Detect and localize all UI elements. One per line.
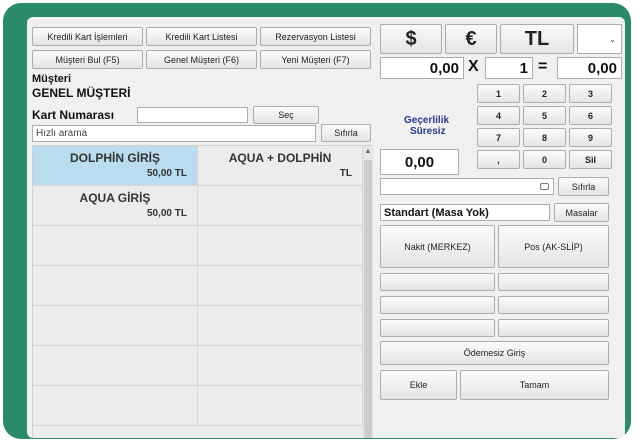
product-price: 50,00 TL [146, 208, 187, 219]
product-name: AQUA GİRİŞ [79, 191, 151, 205]
note-input[interactable] [380, 178, 554, 195]
product-price: 50,00 TL [146, 168, 187, 179]
card-number-input[interactable] [137, 107, 248, 123]
dollar-button[interactable]: $ [380, 24, 442, 54]
validity-value: Süresiz [410, 126, 446, 137]
credit-card-list-button[interactable]: Kredili Kart Listesi [146, 27, 257, 46]
product-cell[interactable]: DOLPHİN GİRİŞ 50,00 TL [33, 146, 198, 186]
product-name: DOLPHİN GİRİŞ [69, 151, 160, 165]
keypad-key[interactable]: , [477, 150, 520, 169]
keypad-key[interactable]: 5 [523, 106, 566, 125]
validity-label: Geçerlilik [404, 115, 450, 126]
product-cell[interactable]: AQUA GİRİŞ 50,00 TL [33, 186, 198, 226]
payment-slot-3[interactable] [380, 296, 495, 314]
tables-button[interactable]: Masalar [554, 203, 609, 222]
keypad-key[interactable]: 6 [569, 106, 612, 125]
product-cell[interactable] [33, 306, 198, 346]
credit-card-operations-button[interactable]: Kredili Kart İşlemleri [32, 27, 143, 46]
search-reset-button[interactable]: Sıfırla [321, 124, 371, 142]
cash-payment-button[interactable]: Nakit (MERKEZ) [380, 225, 495, 268]
keypad-key[interactable]: 2 [523, 84, 566, 103]
keypad-key[interactable]: 7 [477, 128, 520, 147]
quick-search-input[interactable]: Hızlı arama [32, 125, 316, 142]
new-customer-button[interactable]: Yeni Müşteri (F7) [260, 50, 371, 69]
unpaid-entry-button[interactable]: Ödemesiz Giriş [380, 341, 609, 365]
ok-button[interactable]: Tamam [460, 370, 609, 400]
product-cell[interactable] [33, 226, 198, 266]
product-cell[interactable] [198, 186, 363, 226]
card-number-label: Kart Numarası [32, 108, 115, 122]
reservation-list-button[interactable]: Rezervasyon Listesi [260, 27, 371, 46]
pos-payment-button[interactable]: Pos (AK-SLİP) [498, 225, 609, 268]
note-reset-button[interactable]: Sıfırla [558, 177, 609, 196]
entry-display: 0,00 [380, 149, 459, 175]
pos-window: Kredili Kart İşlemleri Kredili Kart List… [27, 17, 625, 438]
scroll-up-icon[interactable]: ▲ [364, 148, 372, 155]
customer-name: GENEL MÜŞTERİ [32, 86, 131, 100]
total-display: 0,00 [557, 57, 622, 79]
payment-slot-2[interactable] [498, 273, 609, 291]
keypad-key[interactable]: 3 [569, 84, 612, 103]
product-grid: AQUA GİRİŞ 50,00 TL AQUA + DOLPHİN TL DOLPHİ… [32, 145, 373, 438]
keypad-key[interactable]: 0 [523, 150, 566, 169]
payment-slot-6[interactable] [498, 319, 609, 337]
payment-slot-5[interactable] [380, 319, 495, 337]
keypad-key[interactable]: 9 [569, 128, 612, 147]
product-price: TL [339, 168, 352, 179]
keypad-key[interactable]: 8 [523, 128, 566, 147]
product-name: AQUA + DOLPHİN [228, 151, 332, 165]
clear-field-icon[interactable] [540, 183, 549, 190]
scroll-thumb[interactable] [364, 160, 372, 438]
euro-button[interactable]: € [445, 24, 497, 54]
general-customer-button[interactable]: Genel Müşteri (F6) [146, 50, 257, 69]
multiply-sign: X [468, 58, 479, 75]
product-cell[interactable] [198, 346, 363, 386]
table-name-field: Standart (Masa Yok) [380, 204, 550, 221]
product-cell[interactable] [198, 226, 363, 266]
product-cell[interactable] [198, 266, 363, 306]
keypad-key[interactable]: 4 [477, 106, 520, 125]
amount-display: 0,00 [380, 57, 464, 79]
product-cell[interactable] [33, 386, 198, 426]
quantity-input[interactable]: 1 [485, 57, 533, 79]
chevron-down-icon: ⌄ [609, 34, 616, 44]
product-scrollbar[interactable]: ▲ [363, 146, 373, 438]
product-cell[interactable] [198, 386, 363, 426]
find-customer-button[interactable]: Müşteri Bul (F5) [32, 50, 143, 69]
product-cell[interactable]: AQUA + DOLPHİN TL [198, 146, 363, 186]
product-cell[interactable] [33, 346, 198, 386]
keypad-key[interactable]: Sil [569, 150, 612, 169]
keypad-key[interactable]: 1 [477, 84, 520, 103]
equals-sign: = [538, 58, 548, 75]
customer-label: Müşteri [32, 73, 72, 85]
lira-button[interactable]: TL [500, 24, 574, 54]
payment-slot-4[interactable] [498, 296, 609, 314]
currency-dropdown[interactable]: ⌄ [577, 24, 622, 54]
product-cell[interactable] [33, 266, 198, 306]
select-card-button[interactable]: Seç [253, 106, 319, 124]
add-button[interactable]: Ekle [380, 370, 457, 400]
payment-slot-1[interactable] [380, 273, 495, 291]
product-cell[interactable] [198, 306, 363, 346]
